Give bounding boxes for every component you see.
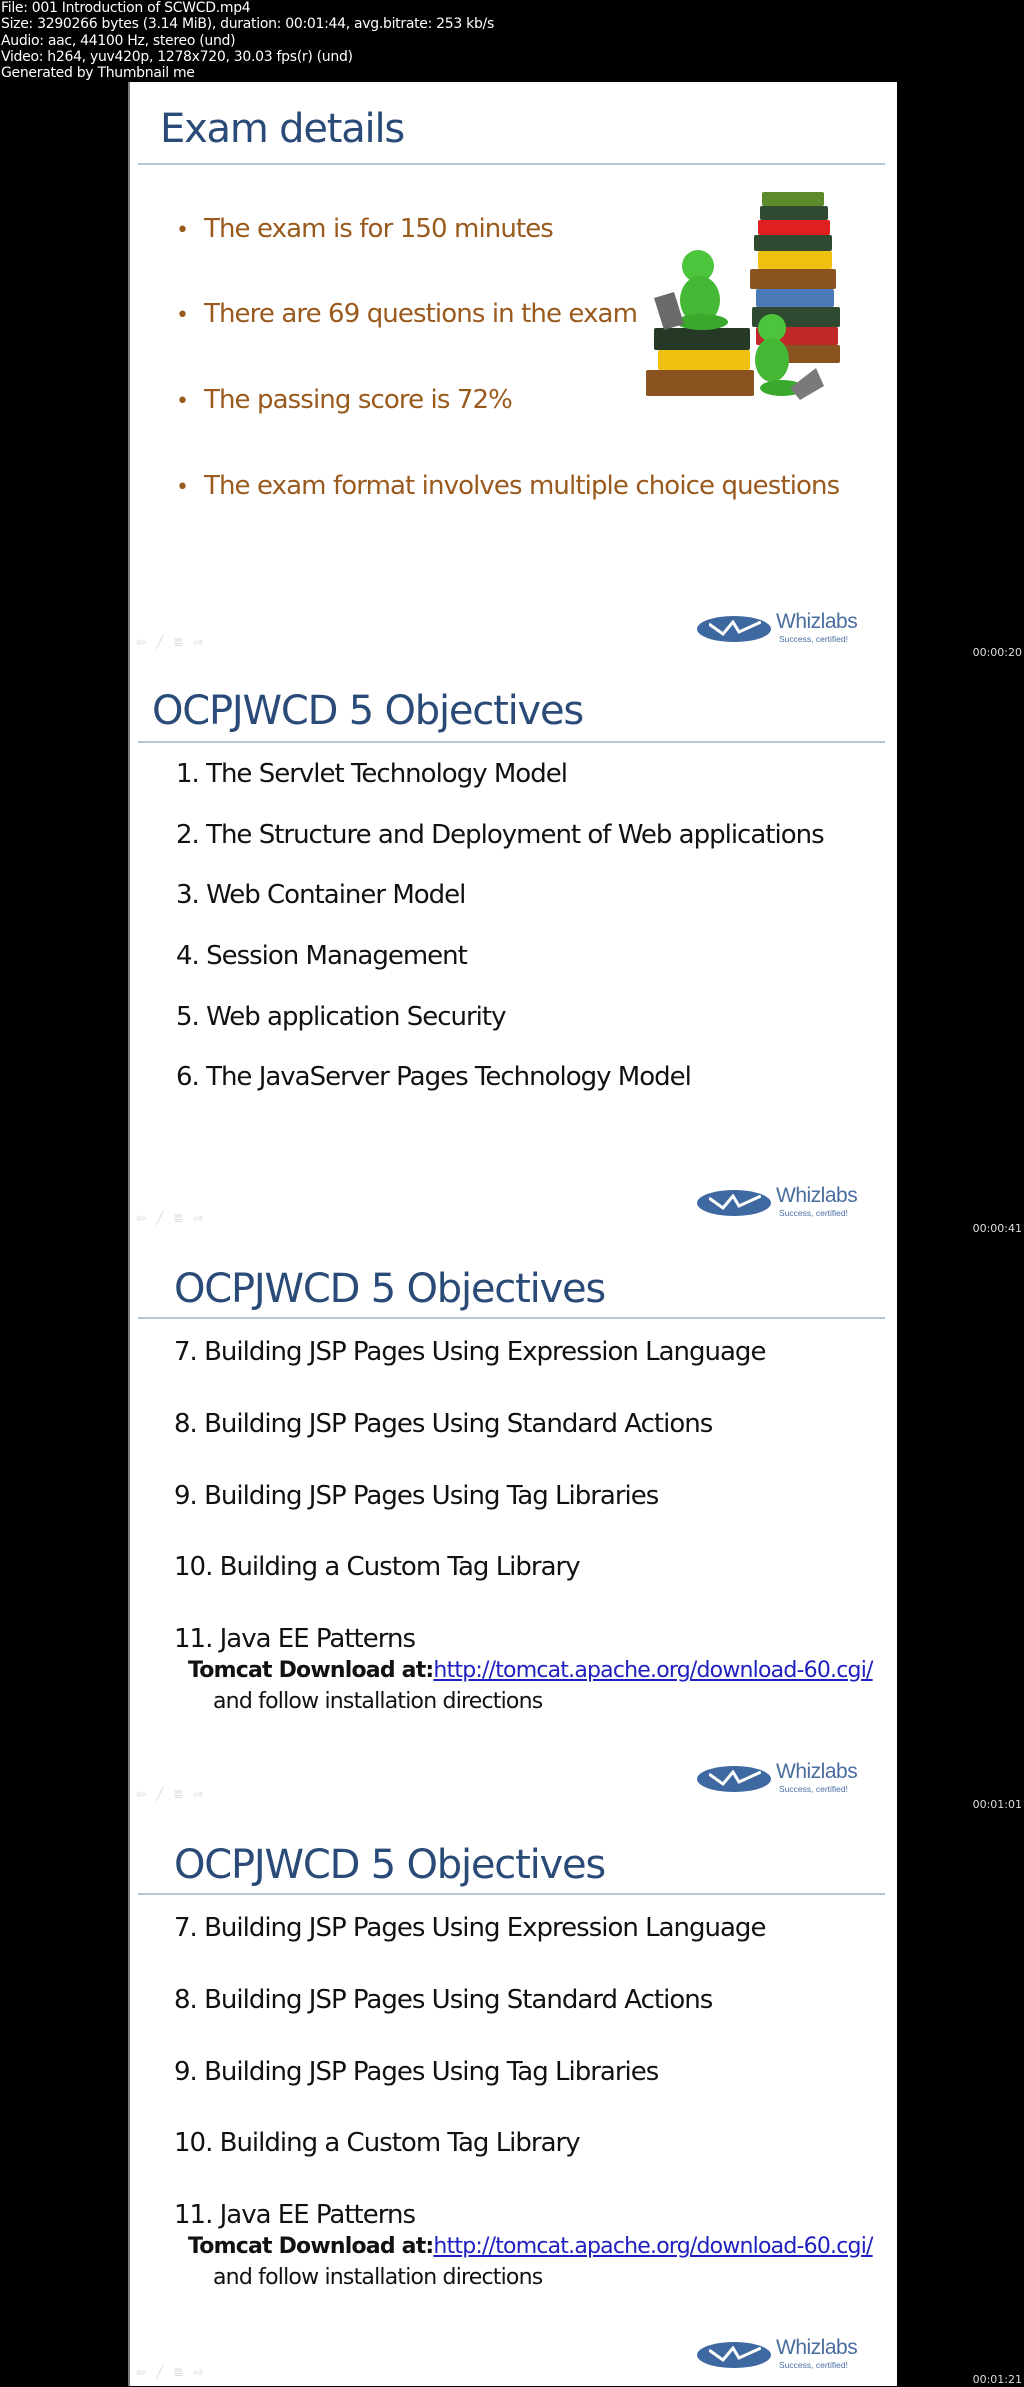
forward-arrow-icon[interactable]: ⇨ bbox=[193, 635, 203, 649]
logo-brand: Whizlabs bbox=[776, 610, 858, 633]
slideshow-nav: ⇦ ╱ ≣ ⇨ bbox=[136, 2365, 203, 2379]
objective-item: 1. The Servlet Technology Model bbox=[176, 759, 568, 789]
forward-arrow-icon[interactable]: ⇨ bbox=[193, 2365, 203, 2379]
install-directions-text: and follow installation directions bbox=[213, 2265, 543, 2290]
bullet-dot-icon: • bbox=[176, 389, 189, 414]
logo-w-mark-icon bbox=[709, 1194, 761, 1210]
menu-icon[interactable]: ≣ bbox=[173, 2365, 183, 2379]
title-rule bbox=[138, 163, 885, 165]
back-arrow-icon[interactable]: ⇦ bbox=[136, 1787, 146, 1801]
objective-item: 9. Building JSP Pages Using Tag Librarie… bbox=[174, 2057, 659, 2087]
title-rule bbox=[138, 1893, 885, 1895]
size-line: Size: 3290266 bytes (3.14 MiB), duration… bbox=[1, 16, 494, 33]
objective-item: 7. Building JSP Pages Using Expression L… bbox=[174, 1913, 766, 1943]
menu-icon[interactable]: ≣ bbox=[173, 635, 183, 649]
objective-item: 8. Building JSP Pages Using Standard Act… bbox=[174, 1409, 713, 1439]
install-directions-text: and follow installation directions bbox=[213, 1689, 543, 1714]
video-info-header: File: 001 Introduction of SCWCD.mp4 Size… bbox=[1, 0, 494, 81]
logo-w-mark-icon bbox=[709, 2346, 761, 2362]
forward-arrow-icon[interactable]: ⇨ bbox=[193, 1211, 203, 1225]
slide-title: Exam details bbox=[160, 106, 405, 152]
menu-icon[interactable]: ≣ bbox=[173, 1787, 183, 1801]
tomcat-download-line: Tomcat Download at:http://tomcat.apache.… bbox=[188, 1658, 873, 1683]
slide-title: OCPJWCD 5 Objectives bbox=[174, 1842, 606, 1888]
slideshow-nav: ⇦ ╱ ≣ ⇨ bbox=[136, 1211, 203, 1225]
bullet-item: • The passing score is 72% bbox=[176, 385, 513, 415]
title-rule bbox=[138, 1317, 885, 1319]
slideshow-nav: ⇦ ╱ ≣ ⇨ bbox=[136, 1787, 203, 1801]
objective-item: 5. Web application Security bbox=[176, 1002, 506, 1032]
whizlabs-logo: Whizlabs Success, certified! bbox=[697, 1760, 867, 1796]
generator-line: Generated by Thumbnail me bbox=[1, 65, 195, 82]
logo-brand: Whizlabs bbox=[776, 1184, 858, 1207]
thumbnail-frame-1: Exam details • The exam is for 150 minute… bbox=[128, 82, 897, 658]
frame-timestamp: 00:00:41 bbox=[972, 1222, 1022, 1235]
logo-tagline: Success, certified! bbox=[779, 1208, 848, 1218]
objective-item: 9. Building JSP Pages Using Tag Librarie… bbox=[174, 1481, 659, 1511]
back-arrow-icon[interactable]: ⇦ bbox=[136, 2365, 146, 2379]
objective-item: 3. Web Container Model bbox=[176, 880, 466, 910]
slideshow-nav: ⇦ ╱ ≣ ⇨ bbox=[136, 635, 203, 649]
frame-timestamp: 00:00:20 bbox=[972, 646, 1022, 659]
objective-item: 4. Session Management bbox=[176, 941, 468, 971]
menu-icon[interactable]: ≣ bbox=[173, 1211, 183, 1225]
thumbnail-frame-3: OCPJWCD 5 Objectives 7. Building JSP Pag… bbox=[128, 1234, 897, 1810]
bullet-dot-icon: • bbox=[176, 475, 189, 500]
tomcat-label: Tomcat Download at: bbox=[188, 1658, 434, 1683]
bullet-item: • The exam format involves multiple choic… bbox=[176, 471, 840, 501]
whizlabs-logo: Whizlabs Success, certified! bbox=[697, 1184, 867, 1220]
thumbnail-frame-4: OCPJWCD 5 Objectives 7. Building JSP Pag… bbox=[128, 1810, 897, 2386]
pen-icon[interactable]: ╱ bbox=[156, 1211, 163, 1225]
logo-tagline: Success, certified! bbox=[779, 2360, 848, 2370]
logo-w-mark-icon bbox=[709, 1770, 761, 1786]
tomcat-label: Tomcat Download at: bbox=[188, 2234, 434, 2259]
frame-timestamp: 00:01:01 bbox=[972, 1798, 1022, 1811]
slide-title: OCPJWCD 5 Objectives bbox=[152, 688, 584, 734]
books-illustration-icon bbox=[646, 192, 840, 400]
objective-item: 6. The JavaServer Pages Technology Model bbox=[176, 1062, 692, 1092]
slide-title: OCPJWCD 5 Objectives bbox=[174, 1266, 606, 1312]
objective-item: 8. Building JSP Pages Using Standard Act… bbox=[174, 1985, 713, 2015]
pen-icon[interactable]: ╱ bbox=[156, 635, 163, 649]
objective-item: 10. Building a Custom Tag Library bbox=[174, 1552, 581, 1582]
objective-item: 11. Java EE Patterns bbox=[174, 1624, 416, 1654]
back-arrow-icon[interactable]: ⇦ bbox=[136, 635, 146, 649]
frame-timestamp: 00:01:21 bbox=[972, 2373, 1022, 2386]
back-arrow-icon[interactable]: ⇦ bbox=[136, 1211, 146, 1225]
forward-arrow-icon[interactable]: ⇨ bbox=[193, 1787, 203, 1801]
tomcat-download-link[interactable]: http://tomcat.apache.org/download-60.cgi… bbox=[433, 1658, 873, 1683]
whizlabs-logo: Whizlabs Success, certified! bbox=[697, 2336, 867, 2372]
bullet-item: • The exam is for 150 minutes bbox=[176, 214, 554, 244]
video-line: Video: h264, yuv420p, 1278x720, 30.03 fp… bbox=[1, 48, 353, 65]
bullet-dot-icon: • bbox=[176, 218, 189, 243]
pen-icon[interactable]: ╱ bbox=[156, 1787, 163, 1801]
logo-tagline: Success, certified! bbox=[779, 1784, 848, 1794]
logo-brand: Whizlabs bbox=[776, 2336, 858, 2359]
logo-w-mark-icon bbox=[709, 620, 761, 636]
objective-item: 10. Building a Custom Tag Library bbox=[174, 2128, 581, 2158]
audio-line: Audio: aac, 44100 Hz, stereo (und) bbox=[1, 32, 236, 49]
thumbnail-frame-2: OCPJWCD 5 Objectives 1. The Servlet Tech… bbox=[128, 658, 897, 1234]
logo-tagline: Success, certified! bbox=[779, 634, 848, 644]
tomcat-download-line: Tomcat Download at:http://tomcat.apache.… bbox=[188, 2234, 873, 2259]
title-rule bbox=[138, 741, 885, 743]
objective-item: 2. The Structure and Deployment of Web a… bbox=[176, 820, 825, 850]
tomcat-download-link[interactable]: http://tomcat.apache.org/download-60.cgi… bbox=[433, 2234, 873, 2259]
objective-item: 7. Building JSP Pages Using Expression L… bbox=[174, 1337, 766, 1367]
file-line: File: 001 Introduction of SCWCD.mp4 bbox=[1, 0, 251, 16]
bullet-dot-icon: • bbox=[176, 303, 189, 328]
bullet-item: • There are 69 questions in the exam bbox=[176, 299, 638, 329]
pen-icon[interactable]: ╱ bbox=[156, 2365, 163, 2379]
logo-brand: Whizlabs bbox=[776, 1760, 858, 1783]
whizlabs-logo: Whizlabs Success, certified! bbox=[697, 610, 867, 646]
objective-item: 11. Java EE Patterns bbox=[174, 2200, 416, 2230]
